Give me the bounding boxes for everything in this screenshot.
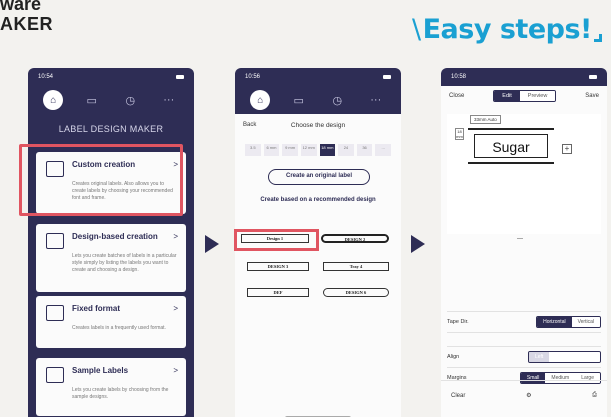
status-bar: 10:58 — [441, 68, 607, 86]
page-title: Choose the design — [290, 122, 346, 129]
more-icon[interactable]: ··· — [159, 94, 179, 106]
label-preview[interactable]: Sugar — [468, 128, 554, 164]
design-4[interactable]: Tray 4 — [323, 262, 389, 271]
label-editor: 33mm Auto 18 mm Sugar + — [447, 114, 601, 239]
easy-steps-text: Easy steps! — [422, 14, 593, 45]
folder-icon[interactable]: ▭ — [289, 94, 309, 107]
label-settings: Tape Dir. Horizontal Vertical Align Left… — [447, 311, 601, 388]
header-line1: ware — [0, 0, 42, 14]
grid-icon — [46, 305, 64, 321]
tape-option[interactable]: 3.5 — [245, 144, 261, 156]
easy-steps-heading: \Easy steps! — [412, 14, 602, 45]
card-fixed-format[interactable]: Fixed format > Creates labels in a frequ… — [36, 296, 186, 348]
preview-tab[interactable]: Preview — [519, 91, 556, 101]
print-icon[interactable]: ⎙ — [592, 392, 597, 399]
align-toggle: Left Center Right — [527, 351, 601, 363]
option-left[interactable]: Left — [528, 352, 550, 362]
card-title: Sample Labels — [72, 366, 129, 375]
highlight-box — [19, 144, 183, 216]
home-icon[interactable]: ⌂ — [43, 90, 64, 110]
design-6[interactable]: DESIGN 6 — [323, 288, 389, 297]
setting-align: Align Left Center Right — [447, 346, 601, 367]
tape-option-selected[interactable]: 18 mm — [319, 144, 336, 156]
chevron-right-icon: > — [173, 232, 178, 241]
clock-icon[interactable]: ◷ — [327, 94, 347, 107]
list-icon — [46, 233, 64, 249]
tape-option[interactable]: 6 mm — [263, 144, 280, 156]
clear-button[interactable]: Clear — [451, 393, 465, 399]
setting-tape-dir: Tape Dir. Horizontal Vertical — [447, 311, 601, 332]
tape-option[interactable]: 36 — [356, 144, 373, 156]
save-button[interactable]: Save — [585, 93, 599, 99]
tape-width-selector: 3.5 6 mm 9 mm 12 mm 18 mm 24 36 ... — [245, 144, 391, 156]
home-icon[interactable]: ⌂ — [250, 90, 271, 110]
tape-option[interactable]: 9 mm — [282, 144, 298, 156]
card-sample-labels[interactable]: Sample Labels > Lets you create labels b… — [36, 358, 186, 416]
length-box[interactable]: 18 mm — [455, 128, 464, 140]
phone-screen-3: 10:58 Close Edit Preview Save 33mm Auto … — [441, 68, 607, 417]
battery-icon — [589, 75, 597, 79]
card-desc: Lets you create batches of labels in a p… — [72, 253, 177, 273]
top-nav: ⌂ ▭ ◷ ··· — [235, 86, 401, 114]
setting-label: Tape Dir. — [447, 319, 469, 325]
easy-steps-prefix: \ — [412, 14, 421, 45]
status-time: 10:58 — [451, 74, 467, 80]
card-desc: Creates labels in a frequently used form… — [72, 325, 166, 331]
design-5[interactable]: DEF — [247, 288, 309, 297]
status-time: 10:54 — [38, 74, 54, 80]
design-sheet: Back Choose the design 3.5 6 mm 9 mm 12 … — [235, 114, 401, 417]
add-object-icon[interactable]: + — [562, 144, 572, 154]
battery-icon — [176, 75, 184, 79]
option-vertical[interactable]: Vertical — [571, 317, 600, 327]
chevron-right-icon: > — [173, 304, 178, 313]
tutorial-canvas: ware AKER \Easy steps! 10:54 ⌂ ▭ ◷ ··· L… — [0, 0, 611, 417]
setting-label: Align — [447, 354, 460, 360]
chevron-right-icon: > — [173, 366, 178, 375]
design-3[interactable]: DESIGN 3 — [247, 262, 309, 271]
resize-handle-icon[interactable] — [517, 238, 523, 241]
top-nav: ⌂ ▭ ◷ ··· — [28, 86, 194, 114]
create-original-button[interactable]: Create an original label — [268, 169, 370, 185]
close-button[interactable]: Close — [449, 93, 464, 99]
design-2[interactable]: DESIGN 2 — [321, 234, 389, 243]
tape-option[interactable]: ... — [375, 144, 391, 156]
editor-toolbar: Close Edit Preview Save — [441, 86, 607, 102]
length-tag[interactable]: 33mm Auto — [470, 115, 501, 124]
gear-icon[interactable]: ⚙ — [526, 392, 531, 399]
edit-preview-toggle: Edit Preview — [493, 90, 557, 102]
bottom-toolbar: Clear ⚙ ⎙ — [441, 380, 607, 410]
edit-tab[interactable]: Edit — [494, 91, 520, 101]
label-text[interactable]: Sugar — [474, 134, 548, 158]
tape-dir-toggle: Horizontal Vertical — [536, 316, 601, 328]
battery-icon — [383, 75, 391, 79]
status-bar: 10:56 — [235, 68, 401, 86]
sample-icon — [46, 367, 64, 383]
card-title: Design-based creation — [72, 232, 158, 241]
app-title: LABEL DESIGN MAKER — [58, 124, 164, 134]
highlight-box — [234, 229, 319, 251]
card-title: Fixed format — [72, 304, 121, 313]
arrow-right-icon — [205, 235, 219, 253]
header-line2: AKER — [0, 14, 54, 34]
card-desc: Lets you create labels by choosing from … — [72, 387, 169, 400]
tape-option[interactable]: 24 — [338, 144, 354, 156]
setting-divider — [447, 332, 601, 346]
arrow-right-icon — [411, 235, 425, 253]
editor-sheet: Close Edit Preview Save 33mm Auto 18 mm … — [441, 86, 607, 417]
status-time: 10:56 — [245, 74, 261, 80]
option-horizontal[interactable]: Horizontal — [537, 317, 572, 327]
header-text: ware AKER — [0, 0, 53, 34]
clock-icon[interactable]: ◷ — [120, 94, 140, 107]
section-title: Create based on a recommended design — [260, 197, 376, 203]
tape-option[interactable]: 12 mm — [300, 144, 317, 156]
more-icon[interactable]: ··· — [366, 94, 386, 106]
option-center[interactable]: Center — [549, 352, 577, 362]
folder-icon[interactable]: ▭ — [82, 94, 102, 107]
phone-screen-1: 10:54 ⌂ ▭ ◷ ··· LABEL DESIGN MAKER Custo… — [28, 68, 194, 417]
card-design-based[interactable]: Design-based creation > Lets you create … — [36, 224, 186, 292]
corner-mark-icon — [593, 34, 602, 42]
option-right[interactable]: Right — [576, 352, 600, 362]
status-bar: 10:54 — [28, 68, 194, 86]
